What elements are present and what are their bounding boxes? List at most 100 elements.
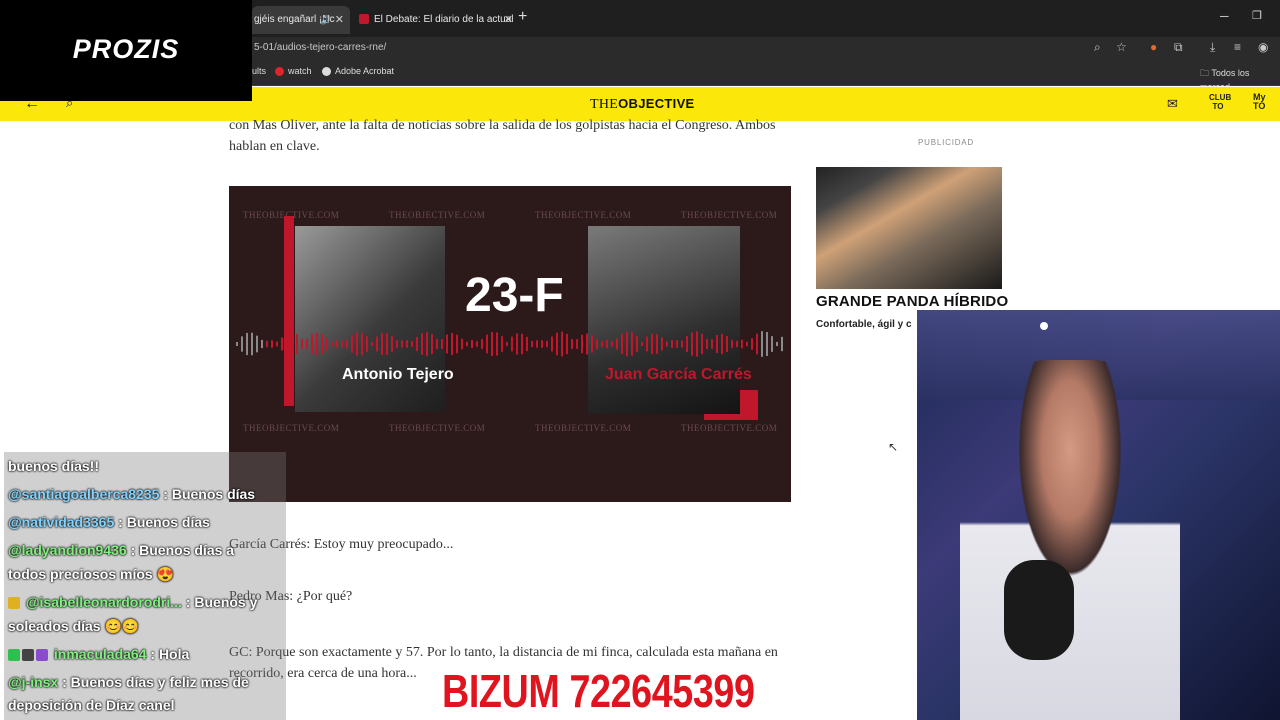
waveform-bar — [276, 341, 278, 347]
waveform-bar — [711, 339, 713, 349]
waveform-bar — [376, 336, 378, 352]
chat-message: @ladyandion9436 : Buenos días a — [8, 542, 235, 558]
article-paragraph: con Mas Oliver, ante la falta de noticia… — [229, 118, 776, 154]
waveform-bar — [256, 335, 258, 353]
verified-badge-icon — [8, 649, 20, 662]
hero-title: 23-F — [465, 269, 564, 322]
waveform-bar — [371, 341, 373, 347]
waveform-bar — [366, 336, 368, 352]
close-tab-icon[interactable]: ✕ — [335, 6, 344, 34]
waveform-bar — [646, 336, 648, 352]
chat-user: @ladyandion9436 — [8, 542, 127, 558]
waveform-bar — [656, 334, 658, 354]
waveform-bar — [556, 332, 558, 356]
zoom-icon[interactable]: ⌕ — [1094, 40, 1101, 55]
bookmark-item-acrobat[interactable]: Adobe Acrobat — [322, 66, 394, 77]
ad-title[interactable]: GRANDE PANDA HÍBRIDO — [816, 293, 1008, 310]
browser-tab-active[interactable]: gjéis engañarl ¡Nc 🔊 ✕ — [252, 6, 350, 34]
watermark: THEOBJECTIVE.COM — [681, 210, 778, 220]
waveform-bar — [426, 331, 428, 357]
waveform-bar — [496, 332, 498, 356]
waveform-bar — [581, 334, 583, 354]
waveform-bar — [246, 332, 248, 356]
waveform-bar — [406, 340, 408, 348]
reading-list-icon[interactable]: ≡ — [1234, 40, 1241, 54]
microphone — [1004, 560, 1074, 660]
waveform-bar — [651, 333, 653, 355]
site-logo[interactable]: THEOBJECTIVE — [590, 96, 695, 113]
watermark: THEOBJECTIVE.COM — [389, 423, 486, 433]
mail-icon[interactable]: ✉ — [1167, 96, 1178, 112]
prozis-logo: PROZIS — [72, 34, 180, 64]
extension-icon[interactable]: ● — [1150, 40, 1157, 54]
waveform-bar — [536, 340, 538, 348]
star-icon[interactable]: ☆ — [1116, 40, 1127, 54]
waveform-bar — [241, 336, 243, 352]
watermark: THEOBJECTIVE.COM — [243, 423, 340, 433]
browser-tab[interactable]: El Debate: El diario de la actual ✕ — [355, 6, 519, 34]
new-tab-button[interactable]: + — [518, 8, 527, 26]
waveform-bar — [316, 332, 318, 356]
my-to-icon[interactable]: My TO — [1253, 93, 1269, 111]
waveform-bar — [531, 340, 533, 348]
waveform-bar — [526, 336, 528, 352]
waveform-bar — [586, 333, 588, 355]
chat-message: @santiagoalberca8235 : Buenos días — [8, 486, 256, 502]
waveform-bar — [321, 334, 323, 354]
waveform-bar — [681, 340, 683, 348]
profile-avatar-icon[interactable]: ◉ — [1258, 40, 1268, 54]
bizum-donation-banner: BIZUM 722645399 — [442, 665, 755, 717]
favicon-icon — [359, 14, 369, 25]
download-icon[interactable]: ⤓ — [1210, 40, 1215, 55]
chat-message: @natividad3365 : Buenos días — [8, 514, 210, 530]
acrobat-icon — [322, 67, 331, 77]
minimize-icon[interactable]: ─ — [1220, 9, 1229, 23]
waveform-bar — [391, 336, 393, 352]
waveform-bar — [606, 339, 608, 349]
member-badge-icon — [36, 649, 48, 662]
ad-image[interactable] — [816, 167, 1002, 289]
chat-message: @isabelleonardorodri... : Buenos y — [8, 594, 257, 610]
waveform-bar — [491, 331, 493, 357]
waveform-bar — [591, 335, 593, 353]
bookmark-item-watch[interactable]: watch — [275, 66, 312, 77]
hero-name-right: Juan García Carrés — [605, 366, 752, 383]
waveform-bar — [291, 332, 293, 356]
club-to-icon[interactable]: CLUB TO — [1209, 93, 1231, 111]
waveform-bar — [286, 333, 288, 355]
streamer — [960, 360, 1180, 720]
chat-message: @j-insx : Buenos días y feliz mes de — [8, 674, 249, 690]
waveform-bar — [551, 336, 553, 352]
waveform-bar — [616, 338, 618, 350]
waveform-bar — [506, 341, 508, 347]
close-tab-icon[interactable]: ✕ — [504, 6, 513, 34]
ad-subtitle[interactable]: Confortable, ágil y c — [816, 319, 912, 330]
waveform-bar — [781, 336, 783, 352]
url-text[interactable]: 5-01/audios-tejero-carres-rne/ — [254, 42, 386, 53]
folder-icon: 🗀 — [1200, 68, 1212, 78]
maximize-icon[interactable]: ❐ — [1252, 9, 1262, 22]
photo-tejero — [295, 226, 445, 412]
hero-name-left: Antonio Tejero — [342, 366, 454, 383]
waveform-bar — [636, 336, 638, 352]
waveform-bar — [351, 335, 353, 353]
waveform-bar — [261, 339, 263, 349]
watermark: THEOBJECTIVE.COM — [535, 210, 632, 220]
bookmark-item[interactable]: ults — [252, 66, 266, 76]
chat-message: soleados días 😊😊 — [8, 618, 140, 634]
waveform-bar — [721, 333, 723, 355]
waveform-bar — [566, 333, 568, 355]
waveform-bar — [621, 334, 623, 354]
waveform-bar — [771, 336, 773, 352]
waveform-bar — [776, 341, 778, 347]
waveform-bar — [691, 332, 693, 356]
speaker-icon[interactable]: 🔊 — [321, 6, 332, 34]
tab-title: El Debate: El diario de la actual — [374, 14, 514, 25]
waveform-bar — [451, 332, 453, 356]
waveform-bar — [336, 340, 338, 348]
waveform-bar — [611, 341, 613, 347]
puzzle-icon[interactable]: ⧉ — [1174, 40, 1183, 55]
waveform-bar — [236, 342, 238, 346]
waveform-bar — [476, 341, 478, 347]
waveform-bar — [326, 338, 328, 350]
